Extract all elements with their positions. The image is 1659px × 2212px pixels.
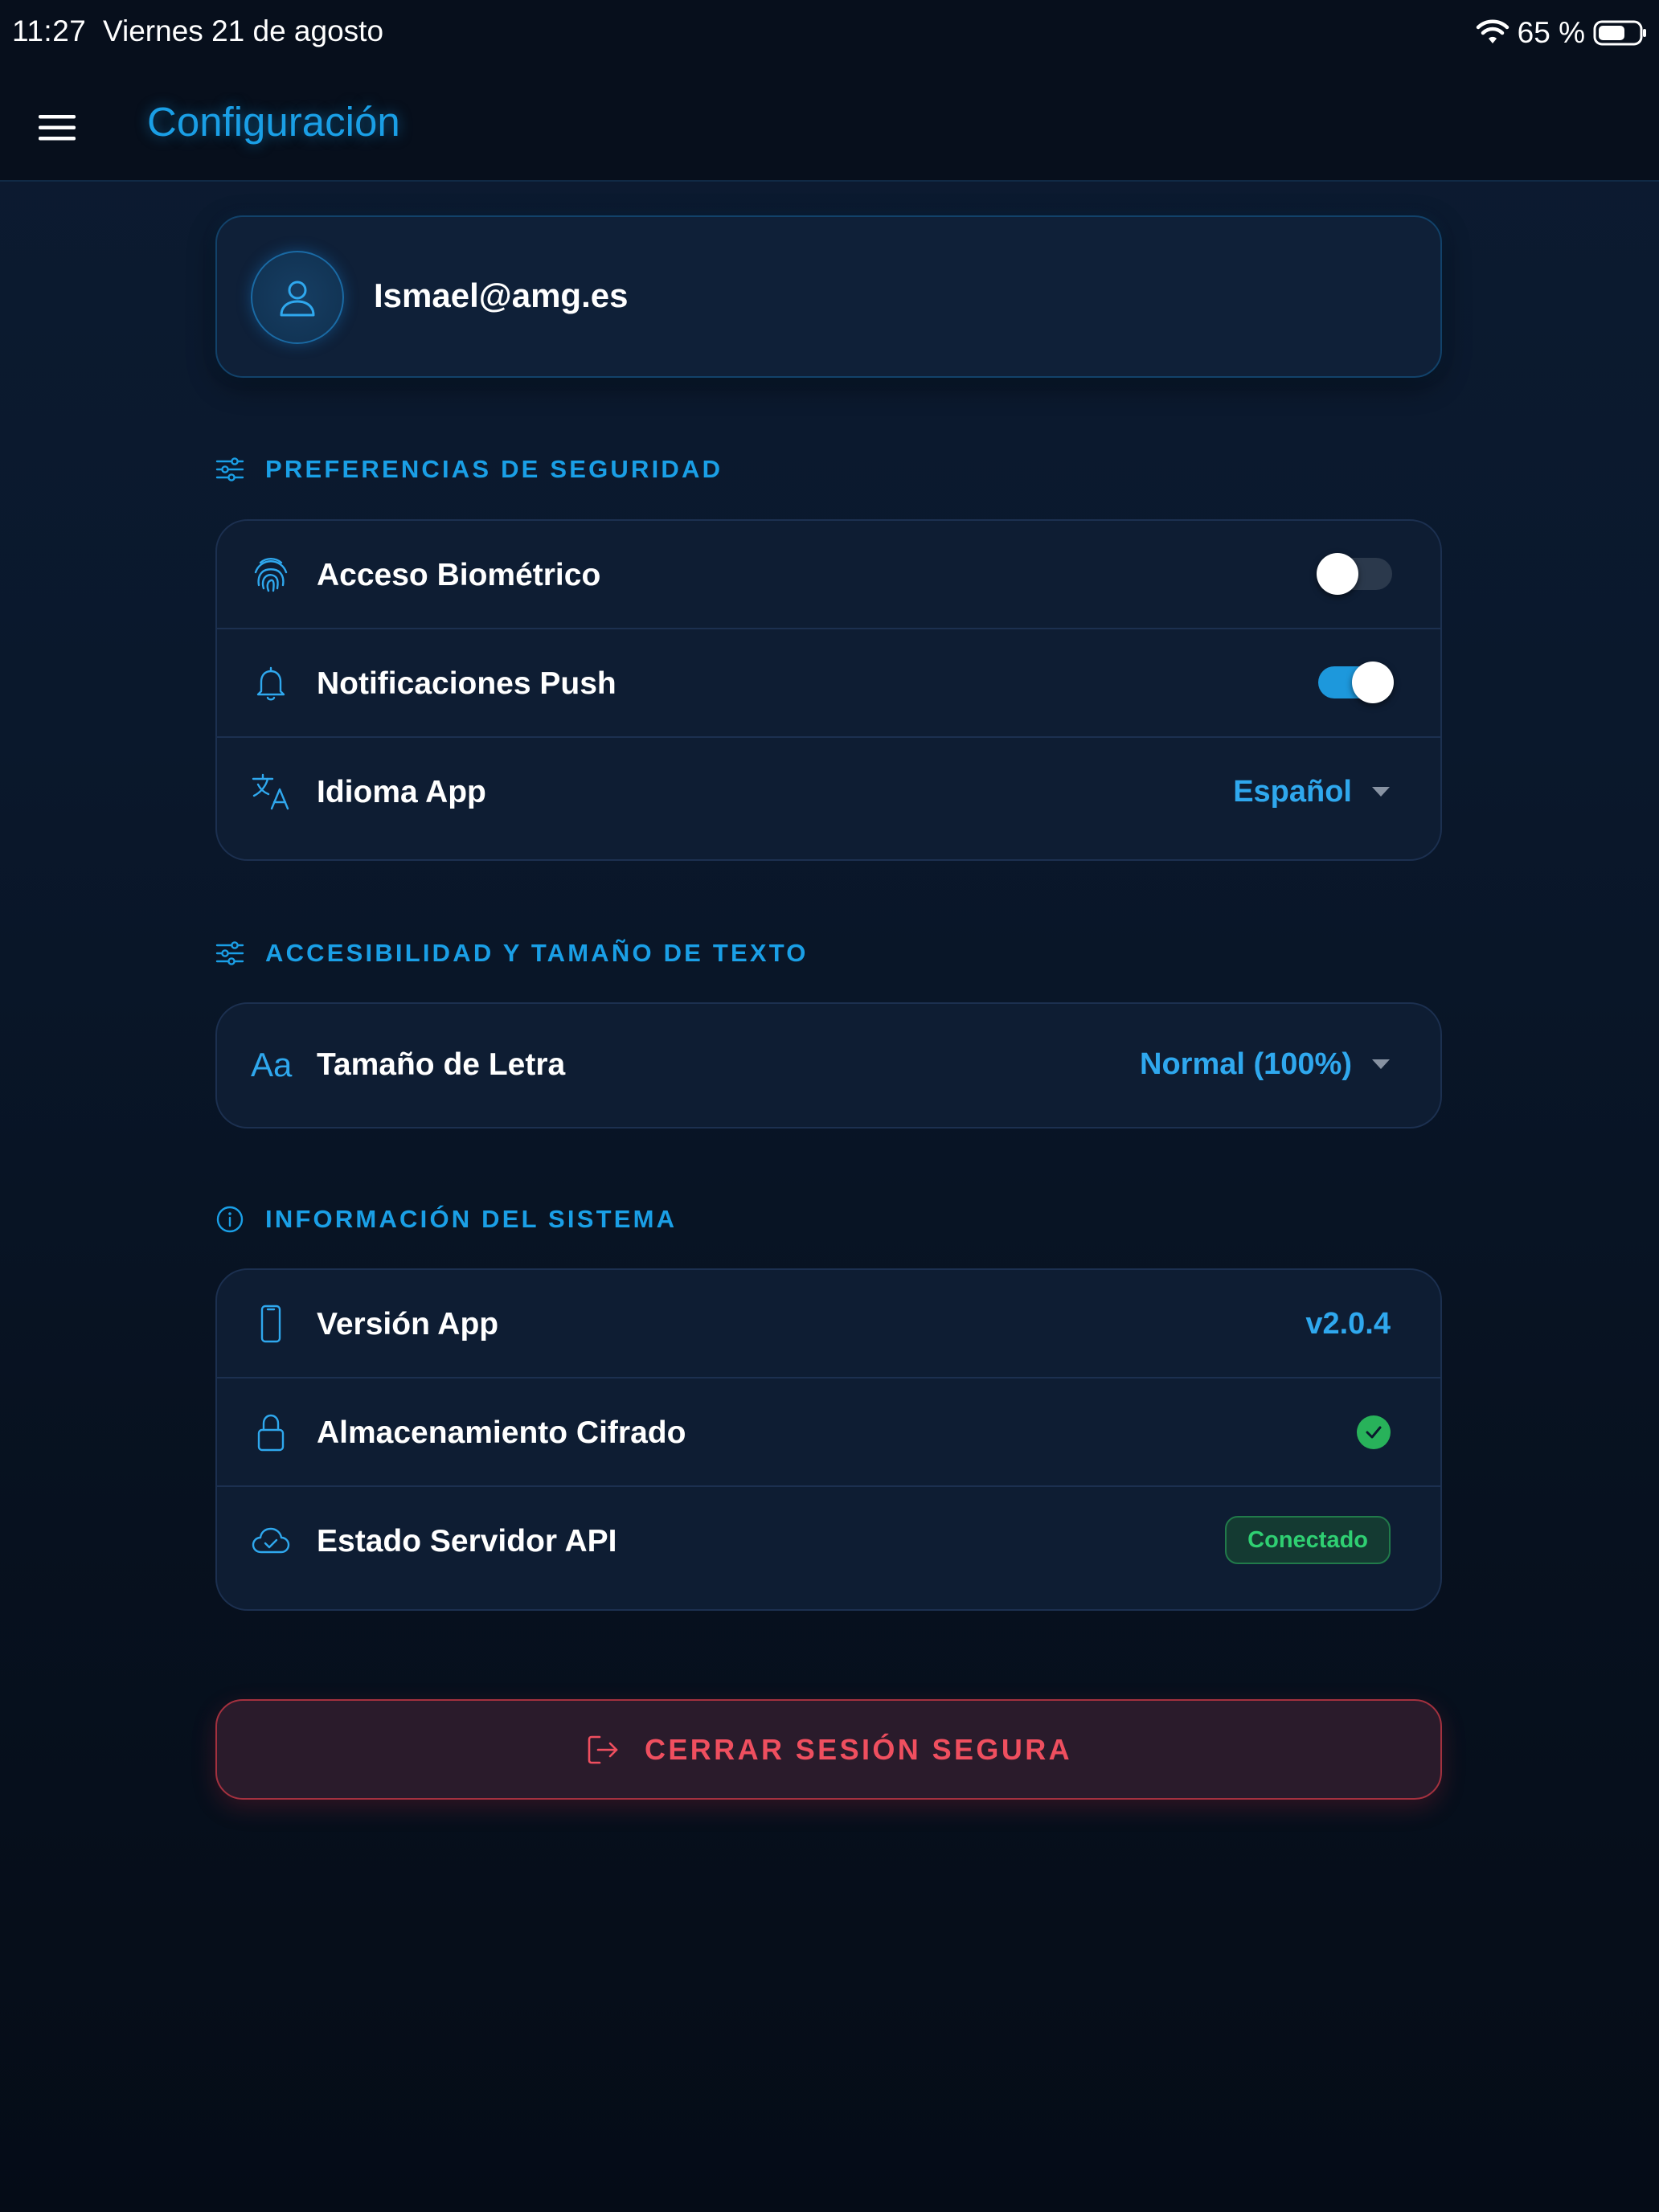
- toggle-knob: [1317, 553, 1358, 595]
- app-bar: Configuración: [0, 66, 1659, 182]
- row-version: Versión App v2.0.4: [217, 1270, 1440, 1378]
- font-size-value: Normal (100%): [1140, 1047, 1352, 1081]
- avatar: [251, 251, 344, 344]
- section-title-system: INFORMACIÓN DEL SISTEMA: [265, 1205, 678, 1233]
- profile-card[interactable]: Ismael@amg.es: [215, 215, 1442, 378]
- biometric-toggle[interactable]: [1317, 553, 1392, 595]
- chevron-down-icon: [1372, 1059, 1390, 1069]
- section-header-security: PREFERENCIAS DE SEGURIDAD: [215, 452, 723, 487]
- section-header-system: INFORMACIÓN DEL SISTEMA: [215, 1202, 677, 1237]
- section-header-accessibility: ACCESIBILIDAD Y TAMAÑO DE TEXTO: [215, 936, 809, 971]
- status-indicators: 65 %: [1476, 16, 1648, 50]
- phone-icon: [260, 1305, 281, 1343]
- logout-button[interactable]: CERRAR SESIÓN SEGURA: [215, 1699, 1442, 1800]
- profile-email: Ismael@amg.es: [374, 276, 629, 314]
- row-label-font-size: Tamaño de Letra: [317, 1047, 566, 1082]
- push-toggle[interactable]: [1318, 662, 1394, 703]
- row-push[interactable]: Notificaciones Push: [217, 629, 1440, 738]
- status-date: Viernes 21 de agosto: [103, 14, 384, 47]
- status-bar: 11:27 Viernes 21 de agosto 65 %: [0, 0, 1659, 66]
- row-label-api: Estado Servidor API: [317, 1524, 617, 1559]
- fingerprint-icon: [254, 558, 288, 592]
- translate-icon: [252, 773, 289, 810]
- wifi-icon: [1476, 19, 1509, 43]
- api-status-badge: Conectado: [1225, 1516, 1391, 1564]
- row-api: Estado Servidor API Conectado: [217, 1487, 1440, 1596]
- accessibility-card: Aa Tamaño de Letra Normal (100%): [215, 1002, 1442, 1129]
- row-font-size[interactable]: Aa Tamaño de Letra Normal (100%): [217, 1004, 1440, 1127]
- toggle-knob: [1352, 662, 1394, 703]
- row-label-language: Idioma App: [317, 775, 486, 809]
- row-label-biometric: Acceso Biométrico: [317, 558, 601, 592]
- logout-icon: [588, 1735, 618, 1763]
- cloud-check-icon: [252, 1527, 290, 1554]
- chevron-down-icon: [1372, 787, 1390, 797]
- menu-button[interactable]: [29, 101, 85, 154]
- check-circle-icon: [1357, 1415, 1391, 1449]
- checkmark-icon: [1366, 1426, 1382, 1439]
- info-icon: [216, 1206, 244, 1233]
- row-label-storage: Almacenamiento Cifrado: [317, 1415, 686, 1450]
- sliders-icon: [215, 941, 244, 965]
- language-value: Español: [1233, 775, 1352, 809]
- sliders-icon: [215, 457, 244, 481]
- security-card: Acceso Biométrico Notificaciones Push Id…: [215, 519, 1442, 861]
- user-icon: [280, 281, 315, 317]
- bell-icon: [256, 666, 285, 701]
- row-biometric[interactable]: Acceso Biométrico: [217, 521, 1440, 629]
- row-label-push: Notificaciones Push: [317, 666, 616, 701]
- section-title-security: PREFERENCIAS DE SEGURIDAD: [265, 455, 723, 483]
- hamburger-menu-icon: [39, 115, 76, 141]
- row-label-version: Versión App: [317, 1307, 499, 1342]
- section-title-accessibility: ACCESIBILIDAD Y TAMAÑO DE TEXTO: [265, 939, 809, 967]
- logout-label: CERRAR SESIÓN SEGURA: [644, 1732, 1073, 1766]
- row-language[interactable]: Idioma App Español: [217, 738, 1440, 846]
- status-time: 11:27: [12, 14, 87, 47]
- battery-percentage: 65 %: [1517, 16, 1585, 49]
- page-title: Configuración: [147, 99, 400, 145]
- battery-icon: [1593, 20, 1646, 46]
- system-card: Versión App v2.0.4 Almacenamiento Cifrad…: [215, 1268, 1442, 1611]
- row-storage: Almacenamiento Cifrado: [217, 1378, 1440, 1487]
- font-size-icon: Aa: [251, 1046, 293, 1083]
- lock-icon: [257, 1414, 285, 1452]
- version-value: v2.0.4: [1305, 1307, 1391, 1341]
